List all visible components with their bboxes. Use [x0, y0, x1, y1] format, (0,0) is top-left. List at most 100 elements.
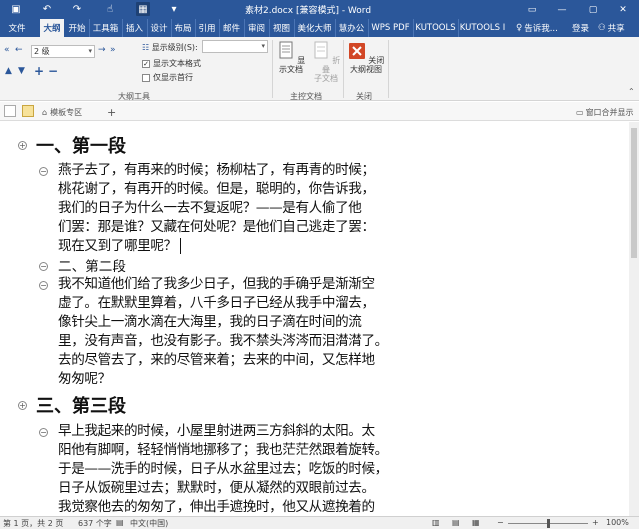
- document-area[interactable]: + 一、第一段 − 燕子去了，有再来的时候；杨柳枯了，有再青的时候； 桃花谢了，…: [0, 122, 629, 516]
- tab-smart-office[interactable]: 慧办公: [335, 19, 367, 37]
- group-divider: [388, 40, 389, 98]
- tab-file[interactable]: 文件: [4, 19, 30, 37]
- person-icon: ⚇: [598, 23, 606, 33]
- heading-level-2[interactable]: 二、第二段: [58, 255, 126, 275]
- paragraph-line: 现在又到了哪里呢？: [58, 237, 426, 256]
- tab-home[interactable]: 开始: [66, 19, 88, 37]
- template-tab[interactable]: ⌂ 模板专区: [42, 105, 82, 119]
- tab-layout[interactable]: 布局: [171, 19, 194, 37]
- tab-toolbox[interactable]: 工具箱: [89, 19, 121, 37]
- show-text-format-label: 显示文本格式: [153, 59, 201, 68]
- demote-to-body-icon[interactable]: »: [110, 45, 116, 55]
- paragraph-line: 桃花谢了，有再开的时候。但是，聪明的，你告诉我，: [58, 181, 375, 197]
- tab-wps-pdf[interactable]: WPS PDF: [368, 19, 412, 37]
- zoom-level[interactable]: 100%: [606, 518, 629, 527]
- folder-icon[interactable]: [22, 105, 34, 117]
- tab-outline[interactable]: 大纲: [40, 19, 64, 37]
- outline-minus-icon[interactable]: −: [39, 167, 48, 176]
- outline-tools-group-label: 大纲工具: [118, 92, 150, 101]
- maximize-icon[interactable]: ▢: [579, 0, 607, 19]
- outline-minus-icon[interactable]: −: [39, 262, 48, 271]
- body-paragraph-1[interactable]: 燕子去了，有再来的时候；杨柳枯了，有再青的时候； 桃花谢了，有再开的时候。但是，…: [58, 161, 426, 256]
- undo-icon[interactable]: ↶: [40, 2, 54, 16]
- zoom-in-button[interactable]: +: [592, 518, 599, 527]
- close-group-label: 关闭: [356, 92, 372, 101]
- zoom-slider-thumb[interactable]: [547, 519, 550, 528]
- proofing-icon[interactable]: ▤: [116, 518, 124, 527]
- add-tab-button[interactable]: +: [107, 105, 116, 119]
- heading-level-1[interactable]: 三、第三段: [36, 392, 126, 418]
- heading-level-1[interactable]: 一、第一段: [36, 132, 126, 158]
- web-layout-icon[interactable]: ▦: [472, 518, 480, 527]
- redo-icon[interactable]: ↷: [70, 2, 84, 16]
- collapse-subdocuments-icon: [314, 41, 328, 59]
- new-document-icon[interactable]: [4, 105, 16, 117]
- tell-me-box[interactable]: ♀ 告诉我...: [516, 19, 558, 37]
- paragraph-line: 们罢：那是谁？又藏在何处呢？是他们自己逃走了罢：: [58, 219, 375, 235]
- login-link[interactable]: 登录: [572, 19, 589, 37]
- close-outline-label-2: 大纲视图: [350, 65, 382, 74]
- page-count[interactable]: 第 1 页，共 2 页: [3, 518, 63, 529]
- collapse-ribbon-icon[interactable]: ⌃: [628, 87, 635, 96]
- window-icon: ▭: [576, 107, 584, 117]
- outline-minus-icon[interactable]: −: [39, 428, 48, 437]
- collapse-subdocuments-button[interactable]: 折叠 子文档: [309, 41, 343, 83]
- promote-to-heading1-icon[interactable]: «: [4, 45, 10, 55]
- expand-icon[interactable]: +: [34, 64, 44, 78]
- paragraph-line-text: 现在又到了哪里呢？: [58, 238, 177, 254]
- outline-minus-icon[interactable]: −: [39, 281, 48, 290]
- move-down-icon[interactable]: ▼: [18, 66, 25, 76]
- outline-expand-plus-icon[interactable]: +: [18, 401, 27, 410]
- body-paragraph-3[interactable]: 早上我起来的时候，小屋里射进两三方斜斜的太阳。太 阳他有脚啊，轻轻悄悄地挪移了；…: [58, 422, 426, 516]
- paragraph-line: 我们的日子为什么一去不复返呢？——是有人偷了他: [58, 200, 362, 216]
- zoom-out-button[interactable]: −: [497, 518, 504, 527]
- tab-kutools[interactable]: KUTOOLS: [413, 19, 457, 37]
- paragraph-line: 日子从饭碗里过去；默默时，便从凝然的双眼前过去。: [58, 480, 375, 496]
- outline-level-value: 2 级: [34, 47, 50, 56]
- language-indicator[interactable]: 中文(中国): [130, 518, 168, 529]
- close-window-icon[interactable]: ✕: [609, 0, 637, 19]
- close-outline-view-button[interactable]: 关闭 大纲视图: [346, 41, 386, 74]
- tab-mailings[interactable]: 邮件: [219, 19, 243, 37]
- collapse-icon[interactable]: −: [48, 64, 58, 78]
- tab-insert[interactable]: 插入: [122, 19, 146, 37]
- demote-icon[interactable]: →: [98, 45, 106, 55]
- tab-design[interactable]: 设计: [147, 19, 170, 37]
- tab-view[interactable]: 视图: [269, 19, 293, 37]
- show-first-line-label: 仅显示首行: [153, 73, 193, 82]
- customize-icon[interactable]: ▾: [167, 2, 181, 16]
- word-count[interactable]: 637 个字: [78, 518, 112, 529]
- minimize-icon[interactable]: —: [548, 0, 576, 19]
- ribbon-display-icon[interactable]: ▭: [518, 0, 546, 19]
- body-paragraph-2[interactable]: 我不知道他们给了我多少日子，但我的手确乎是渐渐空 虚了。在默默里算着，八千多日子…: [58, 275, 426, 389]
- save-icon[interactable]: ▣: [9, 2, 23, 16]
- show-level-dropdown[interactable]: ▾: [202, 40, 268, 53]
- share-label: 共享: [607, 24, 625, 34]
- share-button[interactable]: ⚇ 共享: [598, 19, 625, 37]
- show-first-line-checkbox[interactable]: 仅显示首行: [142, 72, 193, 83]
- touch-mode-icon[interactable]: ☝: [103, 2, 117, 16]
- outline-expand-plus-icon[interactable]: +: [18, 141, 27, 150]
- outline-level-dropdown[interactable]: 2 级 ▾: [31, 45, 95, 58]
- window-merge-toggle[interactable]: ▭ 窗口合并显示: [576, 105, 634, 119]
- move-up-icon[interactable]: ▲: [5, 66, 12, 76]
- show-document-button[interactable]: 显示文档: [274, 41, 308, 74]
- vertical-scrollbar[interactable]: [629, 122, 639, 516]
- outline-view-icon[interactable]: ▦: [136, 2, 150, 16]
- paragraph-line: 去的尽管去了，来的尽管来着；去来的中间，又怎样地: [58, 352, 375, 368]
- read-mode-icon[interactable]: ▥: [432, 518, 440, 527]
- show-text-format-checkbox[interactable]: ✓ 显示文本格式: [142, 58, 201, 69]
- show-level-label: ☷ 显示级别(S):: [142, 42, 198, 53]
- tab-review[interactable]: 审阅: [244, 19, 268, 37]
- promote-icon[interactable]: ←: [15, 45, 23, 55]
- print-layout-icon[interactable]: ▤: [452, 518, 460, 527]
- tab-beautify[interactable]: 美化大师: [294, 19, 334, 37]
- scrollbar-thumb[interactable]: [631, 128, 637, 258]
- ribbon: « ← 2 级 ▾ → » ▲ ▼ + − ☷ 显示级别(S): ▾ ✓ 显示文…: [0, 37, 639, 101]
- paragraph-line: 匆匆呢？: [58, 371, 111, 387]
- tab-references[interactable]: 引用: [195, 19, 218, 37]
- paragraph-line: 早上我起来的时候，小屋里射进两三方斜斜的太阳。太: [58, 423, 375, 439]
- paragraph-line: 像针尖上一滴水滴在大海里，我的日子滴在时间的流: [58, 314, 362, 330]
- tab-kutools-plus[interactable]: KUTOOLS I: [458, 19, 506, 37]
- show-level-text: 显示级别(S):: [151, 43, 198, 52]
